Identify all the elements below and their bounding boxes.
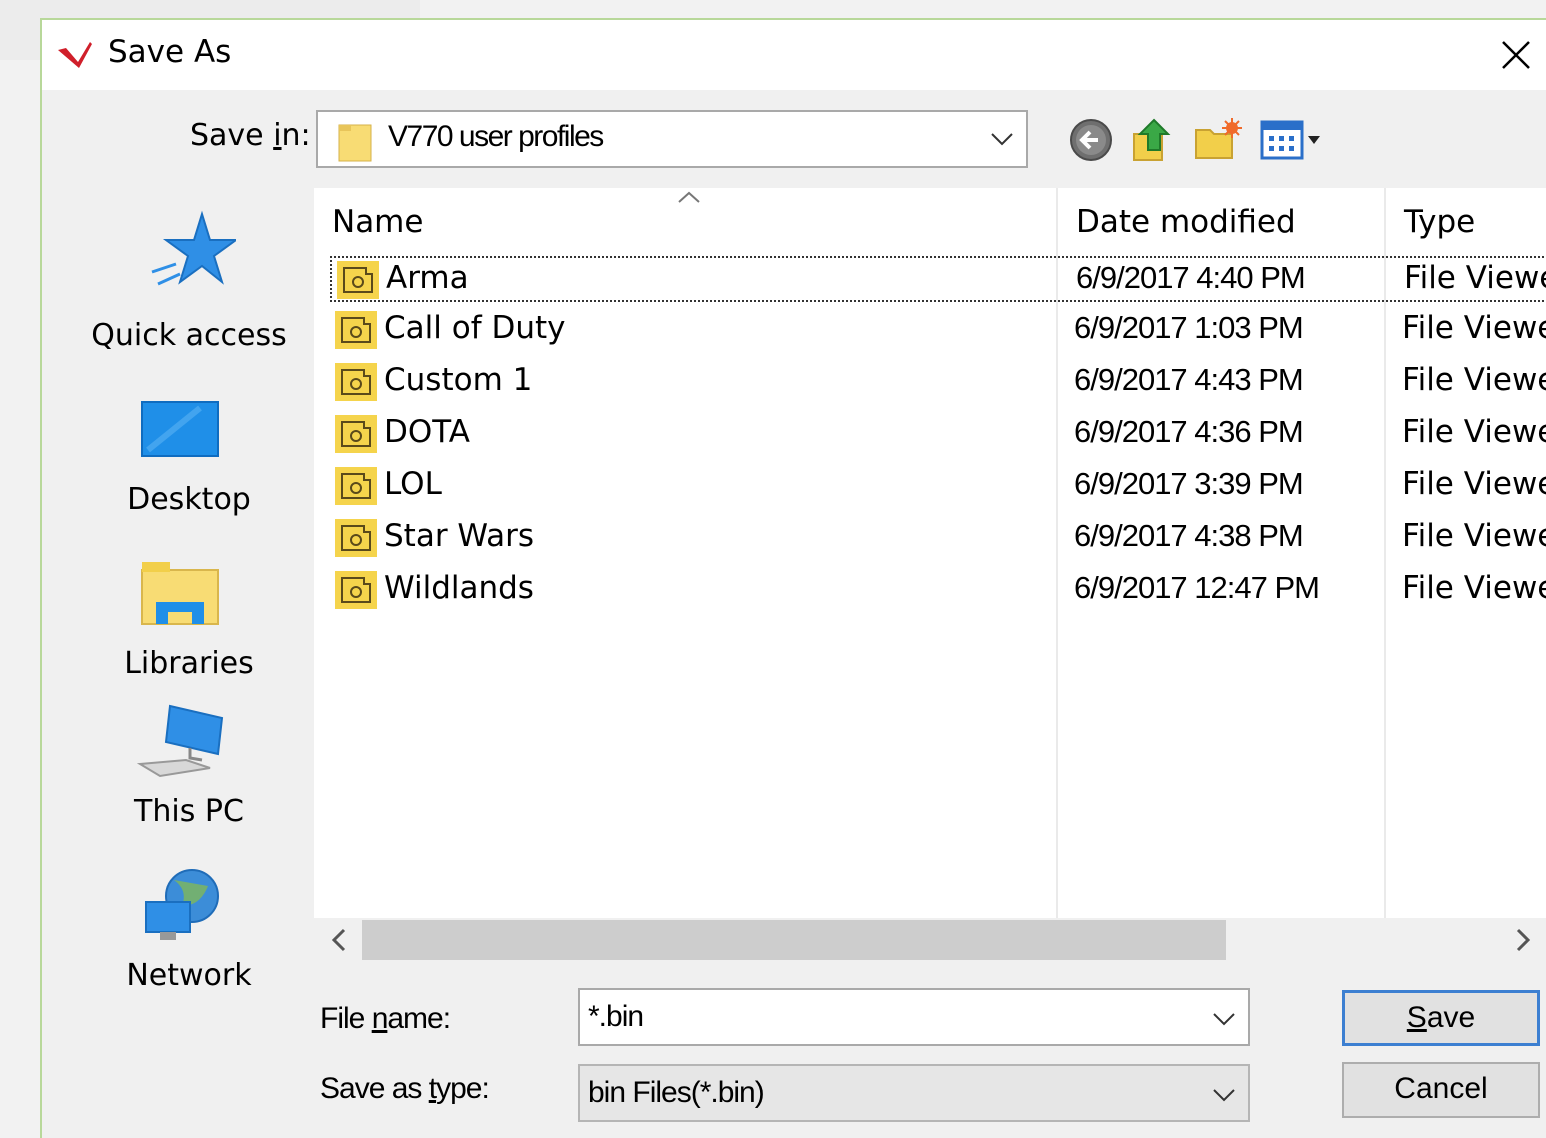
file-name: DOTA [384,414,471,450]
save-in-dropdown[interactable]: V770 user profiles [316,110,1028,168]
up-folder-icon[interactable] [1130,116,1176,164]
scrollbar-thumb[interactable] [362,920,1226,960]
file-date: 6/9/2017 3:39 PM [1074,466,1304,501]
file-icon [335,415,377,453]
cancel-button[interactable]: Cancel [1342,1062,1540,1118]
chevron-down-icon [991,133,1013,146]
chevron-down-icon [1213,1089,1235,1102]
file-row[interactable]: Star Wars 6/9/2017 4:38 PM File Viewe [330,516,1546,562]
scroll-right-icon[interactable] [1500,918,1546,962]
save-as-type-value: bin Files(*.bin) [588,1076,765,1109]
file-date: 6/9/2017 4:43 PM [1074,362,1304,397]
file-type: File Viewe [1402,466,1546,502]
save-as-type-dropdown[interactable]: bin Files(*.bin) [578,1064,1250,1122]
file-name-input[interactable]: *.bin [578,988,1250,1046]
file-type: File Viewe [1402,414,1546,450]
place-label: This PC [134,794,244,829]
libraries-icon [141,562,219,625]
horizontal-scrollbar[interactable] [314,918,1546,962]
network-icon [145,869,219,940]
file-row[interactable]: Wildlands 6/9/2017 12:47 PM File Viewe [330,568,1546,614]
file-name: Star Wars [384,518,534,554]
file-name: Custom 1 [384,362,533,398]
file-type: File Viewe [1402,570,1546,606]
save-as-type-label: Save as type: [320,1072,490,1105]
file-row[interactable]: Arma 6/9/2017 4:40 PM File Viewe [330,256,1546,302]
place-libraries[interactable]: Libraries [66,538,312,688]
back-icon[interactable] [1068,116,1114,164]
place-label: Desktop [127,482,251,517]
save-button[interactable]: Save [1342,990,1540,1046]
file-icon [337,261,379,299]
desktop-icon [141,401,219,457]
view-menu-icon[interactable] [1260,116,1324,164]
file-date: 6/9/2017 1:03 PM [1074,310,1304,345]
place-label: Quick access [91,318,287,353]
new-folder-icon[interactable] [1192,116,1242,164]
file-date: 6/9/2017 4:38 PM [1074,518,1304,553]
file-name: LOL [384,466,442,502]
window-title: Save As [108,34,232,70]
column-header-name[interactable]: Name [332,204,423,240]
file-icon [335,519,377,557]
file-name: Wildlands [384,570,534,606]
file-row[interactable]: DOTA 6/9/2017 4:36 PM File Viewe [330,412,1546,458]
file-type: File Viewe [1404,260,1546,296]
computer-icon [136,704,224,778]
place-this-pc[interactable]: This PC [66,702,312,852]
place-network[interactable]: Network [66,866,312,1016]
file-name-label: File name: [320,1002,451,1035]
save-in-label: Save in: [190,118,311,153]
file-icon [335,467,377,505]
chevron-down-icon[interactable] [1212,1010,1236,1028]
file-row[interactable]: LOL 6/9/2017 3:39 PM File Viewe [330,464,1546,510]
file-type: File Viewe [1402,310,1546,346]
file-icon [335,363,377,401]
close-button[interactable] [1486,20,1546,90]
folder-icon [338,124,372,162]
app-logo-icon [58,42,92,68]
place-quick-access[interactable]: Quick access [66,210,312,360]
star-icon [151,210,236,286]
file-date: 6/9/2017 12:47 PM [1074,570,1320,605]
file-type: File Viewe [1402,518,1546,554]
place-label: Libraries [124,646,254,681]
file-name: Call of Duty [384,310,566,346]
save-in-value: V770 user profiles [388,120,604,153]
close-icon [1502,41,1530,69]
file-name-value: *.bin [588,1000,644,1033]
file-icon [335,571,377,609]
column-header-date[interactable]: Date modified [1076,204,1296,240]
file-row[interactable]: Call of Duty 6/9/2017 1:03 PM File Viewe [330,308,1546,354]
file-date: 6/9/2017 4:36 PM [1074,414,1304,449]
place-desktop[interactable]: Desktop [66,374,312,524]
file-row[interactable]: Custom 1 6/9/2017 4:43 PM File Viewe [330,360,1546,406]
file-icon [335,311,377,349]
file-name: Arma [386,260,469,296]
column-header-type[interactable]: Type [1404,204,1475,240]
sort-ascending-icon [678,191,700,203]
save-as-dialog: Save As Save in: V770 user profiles Quic… [40,18,1546,1138]
title-bar: Save As [42,20,1546,90]
places-bar: Quick access Desktop Libraries This PC N… [66,190,312,1010]
file-list[interactable]: Name Date modified Type Arma 6/9/2017 4:… [314,188,1546,918]
file-type: File Viewe [1402,362,1546,398]
file-date: 6/9/2017 4:40 PM [1076,260,1306,295]
place-label: Network [126,958,252,993]
scroll-left-icon[interactable] [314,918,362,962]
